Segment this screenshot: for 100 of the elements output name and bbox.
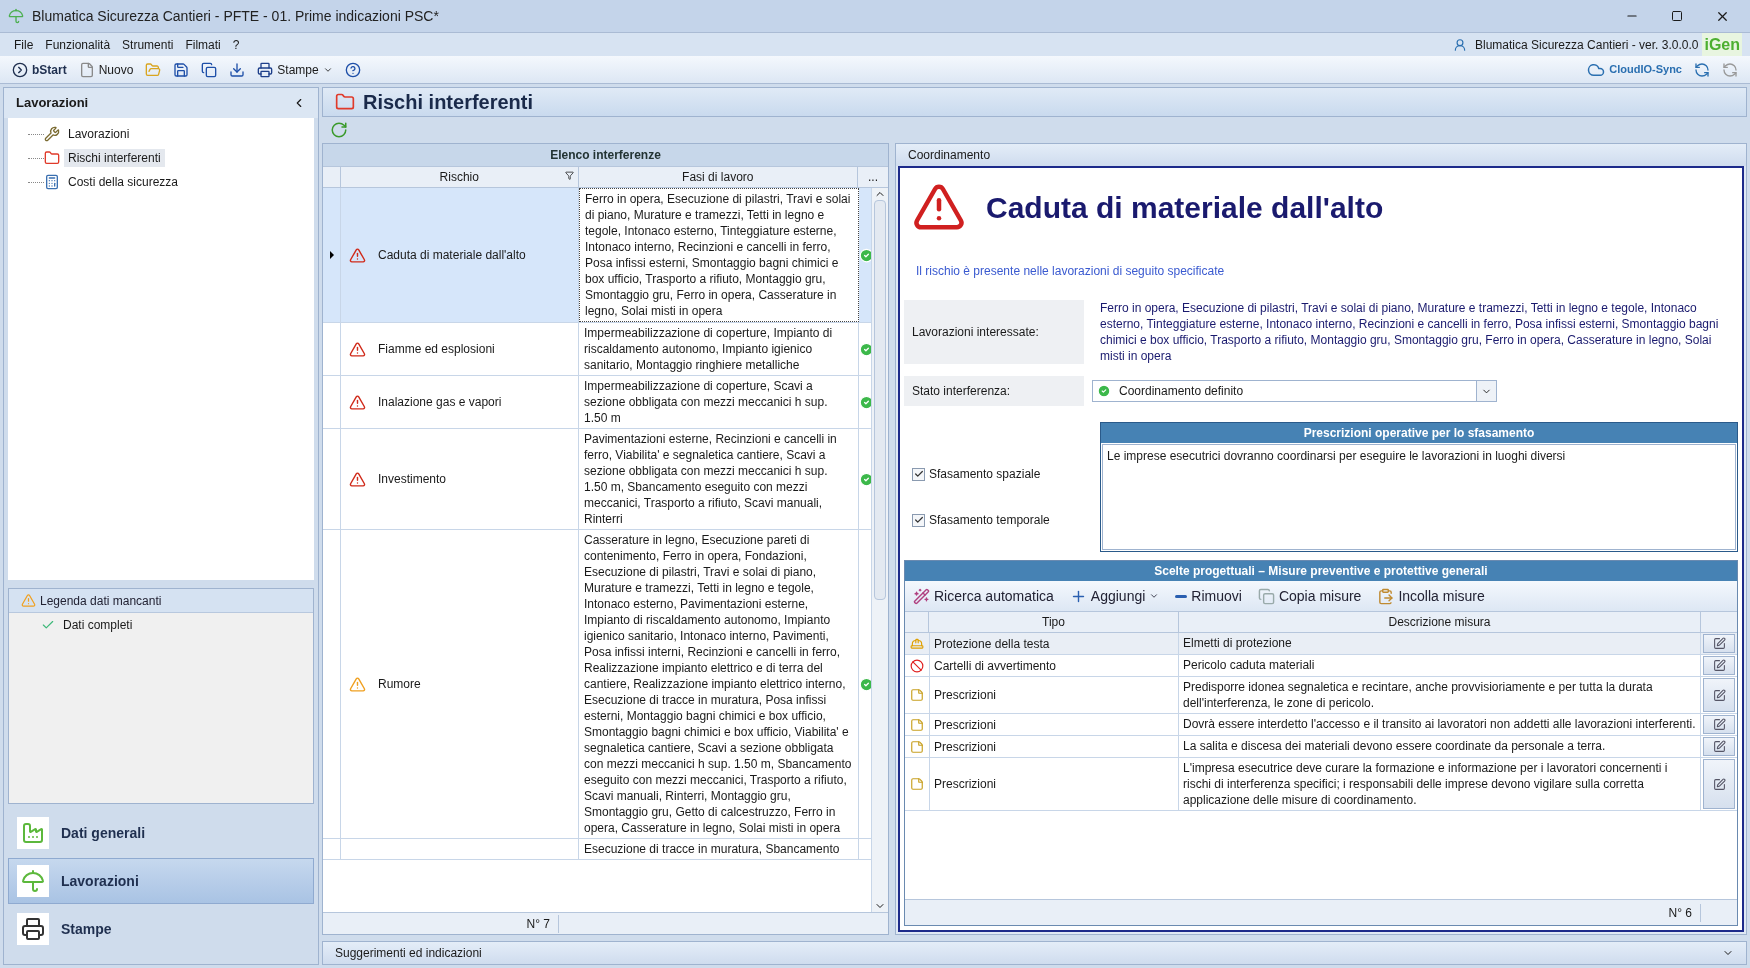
edit-button[interactable] [1703,759,1735,809]
edit-button[interactable] [1703,634,1735,653]
description-cell: La salita e discesa dei materiali devono essere coordinate da personale a terra. [1179,736,1701,757]
menu-item[interactable]: Strumenti [116,35,180,54]
wand-icon [913,587,930,605]
warning-icon [349,393,366,411]
folder-icon [335,92,355,112]
type-cell: Protezione della testa [929,633,1179,654]
save-icon[interactable] [173,61,190,78]
risk-name: Rumore [378,676,421,693]
phases-cell: Impermeabilizzazione di coperture, Scavi a sezione obbligata con mezzi meccanici h sup. 1.50 m [579,376,859,428]
risk-name: Caduta di materiale dall'alto [378,247,526,264]
type-cell: Prescrizioni [929,677,1179,713]
edit-icon [1712,777,1726,791]
prohibition-sign-icon [910,658,924,673]
tree-item[interactable]: Costi della sicurezza [64,173,183,191]
checkbox[interactable] [912,467,925,481]
works-text: Ferro in opera, Esecuzione di pilastri, Travi e solai di piano, Murature e tramezzi, Tetti in legno e tegole, Intonaco esterno, Tinteggiature esterne, Intonaco interno, Recinzioni e cancelli in ferro, Posa infissi esterni, Smontaggio bagni chimici e box ufficio, Trasporto a rifiuto, Montaggio gru, Smontaggio gru, Ferro in opera, Casserature in legno, Solai misti in opera [1099,300,1720,364]
sync-button[interactable]: CloudIO-Sync [1587,60,1682,79]
clipboard-icon [1377,587,1395,605]
help-icon[interactable] [344,61,361,78]
folder-icon [44,150,60,166]
filter-icon[interactable] [564,171,574,180]
toolbar-button[interactable]: Aggiungi [1069,585,1160,607]
nav-button[interactable]: Lavorazioni [8,858,314,904]
maximize-icon[interactable] [1671,10,1683,22]
toolbar-button[interactable]: Incolla misure [1377,585,1485,607]
menu-item[interactable]: Funzionalità [39,35,117,54]
check-icon [41,618,55,632]
risk-name: Investimento [378,471,447,488]
prescriptions-title: Prescrizioni operative per lo sfasamento [1101,423,1737,443]
column-header[interactable]: Tipo [929,612,1179,632]
phases-cell: Pavimentazioni esterne, Recinzioni e cancelli in ferro, Viabilita' e segnaletica cantiere, Scavi a sezione obbligata con mezzi meccanici h sup. 1.50 m, Sbancamento eseguito con mezzi meccanici, Trasporto a rifiuto, Scavi manuali, Rinterri [579,429,859,529]
note-icon [910,717,924,732]
prescriptions-textarea[interactable]: Le imprese esecutrici dovranno coordinarsi per eseguire le lavorazioni in luoghi diversi [1102,444,1736,550]
menu-item[interactable]: File [8,35,40,54]
warning-icon [349,675,366,693]
window-title: Blumatica Sicurezza Cantieri - PFTE - 01. Prime indicazioni PSC* [32,6,439,26]
note-icon [910,777,924,791]
user-icon [1453,37,1467,52]
page-title: Rischi interferenti [363,90,534,115]
row-count: N° 7 [323,914,559,933]
column-header[interactable]: Rischio [340,167,579,187]
minus-icon [1175,594,1188,598]
phases-cell: Ferro in opera, Esecuzione di pilastri, Travi e solai di piano, Murature e tramezzi, Tetti in legno e tegole, Intonaco esterno, Tinteggiature esterne, Intonaco interno, Recinzioni e cancelli in ferro, Posa infissi esterni, Smontaggio bagni chimici e box ufficio, Trasporto a rifiuto, Montaggio gru, Smontaggio gru, Ferro in opera, Casserature in legno, Solai misti in opera [579,188,859,322]
row-pointer-icon [329,251,334,259]
checkbox[interactable] [912,513,925,527]
menu-item[interactable]: Filmati [179,35,227,54]
table-row[interactable] [323,429,871,530]
table-row[interactable] [323,530,871,839]
column-header[interactable]: Fasi di lavoro [578,167,859,187]
toolbar-button[interactable]: Rimuovi [1175,585,1242,607]
toolbar-button[interactable]: Stampe [257,60,333,79]
phases-cell: Casserature in legno, Esecuzione pareti di contenimento, Ferro in opera, Fondazioni, Esecuzione di pilastri, Travi e solai di piano, Murature e tramezzi, Tetti in legno e tegole, Intonaco esterno, Pavimentazioni esterne, Impianto di riscaldamento autonomo, Impianto igienico sanitario, Intonaco interno, Pavimenti, Posa infissi interni, Recinzioni e cancelli in ferro, Realizzazione impianto elettrico e di terra del cantiere, Realizzazione impianto elettrico interno, Esecuzione di tracce in muratura, Posa infissi esterni, Montaggio bagni chimici e box ufficio, Smontaggio bagni chimici e box ufficio, Viabilita' e segnaletica cantiere, Scavi a sezione obbligata con mezzi meccanici h sup. 1.50 m, Sbancamento eseguito con mezzi meccanici, Trasporto a rifiuto, Scavi manuali, Rinterri, Montaggio gru, Smontaggio gru, Getto di calcestruzzo, Ferro in opera, Casserature in legno, Solai misti in opera [579,530,859,838]
checkbox-label: Sfasamento spaziale [929,466,1041,483]
column-header[interactable]: Descrizione misura [1179,612,1701,632]
table-row[interactable]: Fiamme ed esplosioni Impermeabilizzazione di coperture, Impianto di riscaldamento autonomo, Impianto igienico sanitario, Montaggio ringhiere metalliche [323,323,871,376]
menu-item[interactable]: ? [226,35,246,54]
table-row[interactable] [323,188,871,323]
edit-icon [1712,637,1726,650]
description-cell: Pericolo caduta materiali [1179,655,1701,676]
suggestions-bar[interactable]: Suggerimenti ed indicazioni [322,941,1747,965]
refresh-icon[interactable] [330,121,348,139]
toolbar-button[interactable]: Nuovo [78,60,134,79]
warning-icon [349,470,366,488]
phases-cell: Impermeabilizzazione di coperture, Impianto di riscaldamento autonomo, Impianto igienico sanitario, Montaggio ringhiere metalliche [579,323,859,375]
description-cell: Dovrà essere interdetto l'accesso e il transito ai lavoratori non addetti alle lavorazioni interferenti. [1179,714,1701,735]
status-dropdown[interactable]: Coordinamento definito [1092,380,1497,402]
edit-button[interactable] [1703,678,1735,712]
warning-icon [349,246,366,264]
note-icon [910,688,924,702]
toolbar-button[interactable]: bStart [12,60,67,79]
checkbox-label: Sfasamento temporale [929,512,1050,529]
nav-button[interactable]: Dati generali [8,810,314,856]
toolbar-button[interactable]: Copia misure [1257,585,1362,607]
field-label: Stato interferenza: [904,376,1084,406]
description-cell: Predisporre idonea segnaletica e recintare, anche provvisioriamente e per tutta la durata dell'interferenza, le zone di pericolo. [1179,677,1701,713]
igen-logo: iGen [1702,32,1742,57]
column-header[interactable]: ... [858,167,888,187]
edit-button[interactable] [1703,656,1735,675]
table-row[interactable]: Inalazione gas e vapori Impermeabilizzazione di coperture, Scavi a sezione obbligata con mezzi meccanici h sup. 1.50 m [323,376,871,429]
measures-title: Scelte progettuali – Misure preventive e protettive generali [905,561,1737,581]
table-title: Elenco interferenze [323,144,888,166]
edit-button[interactable] [1703,715,1735,734]
scrollbar[interactable] [871,188,888,912]
calculator-icon [44,174,60,190]
panel-header: Coordinamento [896,144,1746,166]
umbrella-icon [21,869,45,893]
factory-icon [21,821,45,845]
phases-cell: Esecuzione di tracce in muratura, Sbancamento [579,839,859,859]
tree-item[interactable]: Rischi interferenti [64,149,165,167]
warning-icon [21,593,36,608]
edit-button[interactable] [1703,737,1735,756]
table-row[interactable]: Esecuzione di tracce in muratura, Sbancamento [323,839,871,860]
tree-item[interactable]: Lavorazioni [64,125,134,143]
toolbar-button[interactable]: Ricerca automatica [913,585,1054,607]
start-icon [12,61,28,78]
wrench-icon [44,126,60,142]
nav-button[interactable]: Stampe [8,906,314,952]
type-cell: Prescrizioni [929,714,1179,735]
